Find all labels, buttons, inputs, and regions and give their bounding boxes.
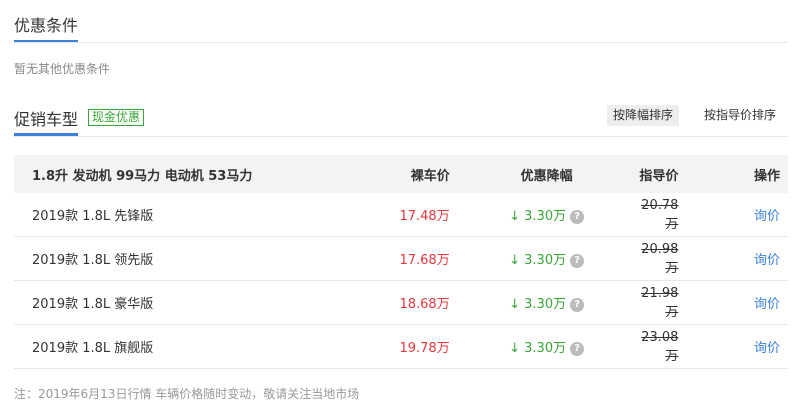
table-row: 2019款 1.8L 豪华版 18.68万 ↓ 3.30万? 21.98万 询价 [14,281,788,325]
down-arrow-icon: ↓ [509,209,521,224]
sort-by-guide-price-button[interactable]: 按指导价排序 [698,105,782,126]
discount-amount: 3.30万 [524,253,567,268]
question-icon[interactable]: ? [570,253,585,268]
cash-discount-badge: 现金优惠 [88,109,145,126]
down-arrow-icon: ↓ [509,341,521,356]
guide-price: 23.08万 [641,329,679,364]
discount-amount: 3.30万 [524,297,567,312]
divider [14,42,788,43]
guide-price: 21.98万 [641,285,679,320]
header-engine-spec: 1.8升 发动机 99马力 电动机 53马力 [32,168,253,184]
discount-cell: ↓ 3.30万? [450,293,644,312]
discount-cell: ↓ 3.30万? [450,205,644,224]
bare-price: 17.48万 [399,209,450,224]
model-name: 2019款 1.8L 豪华版 [32,297,154,312]
table-row: 2019款 1.8L 先锋版 17.48万 ↓ 3.30万? 20.78万 询价 [14,193,788,237]
bare-price: 18.68万 [399,297,450,312]
discount-amount: 3.30万 [524,341,567,356]
model-name: 2019款 1.8L 旗舰版 [32,341,154,356]
discount-conditions-title: 优惠条件 [14,16,79,35]
promo-table: 1.8升 发动机 99马力 电动机 53马力 裸车价 优惠降幅 指导价 操作 2… [14,155,788,369]
down-arrow-icon: ↓ [509,253,521,268]
question-icon[interactable]: ? [570,297,585,312]
model-name: 2019款 1.8L 先锋版 [32,209,154,224]
discount-cell: ↓ 3.30万? [450,337,644,356]
promo-models-title: 促销车型 [14,110,79,129]
empty-conditions-note: 暂无其他优惠条件 [14,62,111,76]
inquire-link[interactable]: 询价 [708,249,788,268]
bare-price: 17.68万 [399,253,450,268]
discount-cell: ↓ 3.30万? [450,249,644,268]
header-action: 操作 [753,168,780,184]
model-name: 2019款 1.8L 领先版 [32,253,154,268]
guide-price: 20.98万 [641,241,679,276]
header-guide-price: 指导价 [639,168,679,184]
guide-price: 20.78万 [641,197,679,232]
table-row: 2019款 1.8L 旗舰版 19.78万 ↓ 3.30万? 23.08万 询价 [14,325,788,369]
divider [14,136,788,137]
down-arrow-icon: ↓ [509,297,521,312]
sort-by-discount-button[interactable]: 按降幅排序 [607,105,680,126]
table-header: 1.8升 发动机 99马力 电动机 53马力 裸车价 优惠降幅 指导价 操作 [14,155,788,193]
bare-price: 19.78万 [399,341,450,356]
header-discount: 优惠降幅 [520,168,573,184]
inquire-link[interactable]: 询价 [708,205,788,224]
table-row: 2019款 1.8L 领先版 17.68万 ↓ 3.30万? 20.98万 询价 [14,237,788,281]
header-bare-price: 裸车价 [410,168,450,184]
question-icon[interactable]: ? [570,341,585,356]
price-footnote: 注：2019年6月13日行情 车辆价格随时变动，敬请关注当地市场 [14,387,360,401]
inquire-link[interactable]: 询价 [708,337,788,356]
inquire-link[interactable]: 询价 [708,293,788,312]
question-icon[interactable]: ? [570,209,585,224]
discount-amount: 3.30万 [524,209,567,224]
